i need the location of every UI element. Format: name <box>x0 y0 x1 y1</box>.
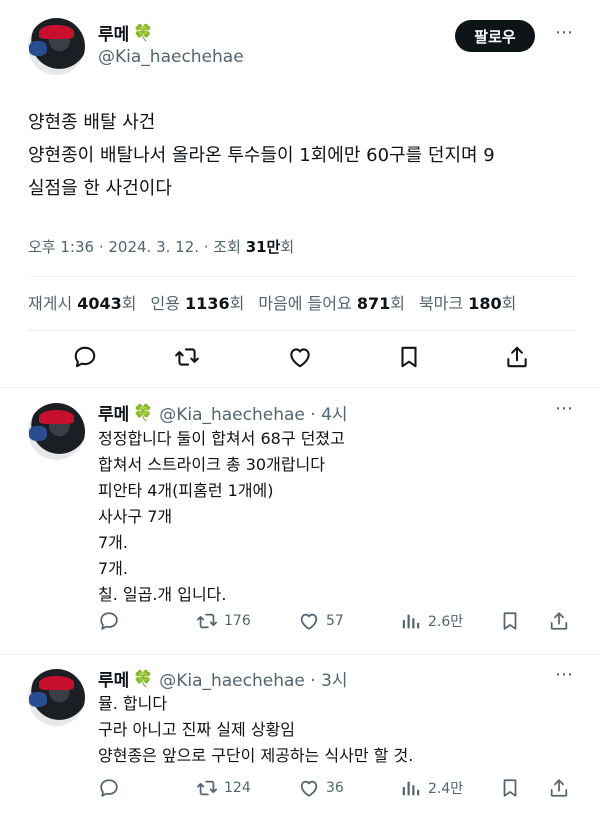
timestamp-text[interactable]: 오후 1:36 · 2024. 3. 12. · 조회 <box>28 238 246 256</box>
reply-icon <box>100 779 118 797</box>
reply-line: 구라 아니고 진짜 실제 상황임 <box>98 720 295 739</box>
clover-emoji: 🍀 <box>133 403 154 422</box>
more-options-icon[interactable]: ⋯ <box>555 664 574 685</box>
share-icon <box>507 346 527 368</box>
share-button[interactable] <box>504 344 530 370</box>
reply-icon <box>74 346 96 368</box>
reply-text: 정정합니다 둘이 합쳐서 68구 던졌고 합쳐서 스트라이크 총 30개랍니다 … <box>98 426 345 608</box>
author-handle[interactable]: @Kia_haechehae <box>98 47 244 67</box>
engagement-stats: 재게시 4043회 인용 1136회 마음에 들어요 871회 북마크 180회 <box>28 290 516 314</box>
reply-like-button[interactable]: 57 <box>298 610 344 632</box>
more-options-icon[interactable]: ⋯ <box>555 398 574 419</box>
divider <box>0 654 600 655</box>
reply-views-button[interactable]: 2.6만 <box>400 610 463 632</box>
retweets-stat[interactable]: 재게시 4043회 <box>28 290 137 314</box>
divider <box>28 276 576 277</box>
like-icon <box>300 613 318 630</box>
divider <box>0 387 600 388</box>
tweet-line: 실점을 한 사건이다 <box>28 178 172 199</box>
clover-emoji: 🍀 <box>133 23 154 42</box>
reply-handle-time[interactable]: @Kia_haechehae · 3시 <box>159 666 347 691</box>
reply-bookmark-button[interactable] <box>499 777 521 799</box>
like-icon <box>300 780 318 797</box>
retweet-count: 176 <box>224 613 251 629</box>
bookmarks-stat[interactable]: 북마크 180회 <box>419 290 516 314</box>
reply-retweet-button[interactable]: 176 <box>196 610 251 632</box>
reply-line: 피안타 4개(피홈런 1개에) <box>98 481 274 500</box>
author-name[interactable]: 루메 <box>98 20 129 45</box>
views-suffix: 회 <box>280 238 295 256</box>
reply-line: 사사구 7개 <box>98 507 173 526</box>
tweet-line: 양현종 배탈 사건 <box>28 112 156 133</box>
reply-views-button[interactable]: 2.4만 <box>400 777 463 799</box>
reply-line: 정정합니다 둘이 합쳐서 68구 던졌고 <box>98 429 345 448</box>
quotes-stat[interactable]: 인용 1136회 <box>151 290 245 314</box>
views-icon <box>402 614 420 629</box>
reply-author-name[interactable]: 루메 <box>98 666 129 691</box>
tweet-line: 양현종이 배탈나서 올라온 투수들이 1회에만 60구를 던지며 9 <box>28 145 495 166</box>
retweet-button[interactable] <box>174 344 200 370</box>
share-icon <box>550 612 568 630</box>
views-count: 2.4만 <box>428 781 464 797</box>
avatar[interactable] <box>28 18 85 75</box>
reply-like-button[interactable]: 36 <box>298 777 344 799</box>
tweet-text: 양현종 배탈 사건 양현종이 배탈나서 올라온 투수들이 1회에만 60구를 던… <box>28 106 578 205</box>
like-icon <box>290 348 310 368</box>
reply-retweet-button[interactable]: 124 <box>196 777 251 799</box>
reply-line: 칠. 일곱.개 입니다. <box>98 585 227 604</box>
reply-avatar[interactable] <box>28 403 85 460</box>
divider <box>28 330 576 331</box>
reply-share-button[interactable] <box>548 777 570 799</box>
reply-share-button[interactable] <box>548 610 570 632</box>
reply-bookmark-button[interactable] <box>499 610 521 632</box>
clover-emoji: 🍀 <box>133 669 154 688</box>
follow-button[interactable]: 팔로우 <box>455 20 535 52</box>
bookmark-icon <box>503 612 517 630</box>
more-options-icon[interactable]: ⋯ <box>555 22 574 43</box>
reply-avatar[interactable] <box>28 669 85 726</box>
reply-reply-button[interactable] <box>98 610 120 632</box>
views-count: 2.6만 <box>428 614 464 630</box>
retweet-icon <box>175 348 199 366</box>
bookmark-button[interactable] <box>396 344 422 370</box>
views-count: 31만 <box>245 238 281 256</box>
reply-button[interactable] <box>72 344 98 370</box>
reply-handle-time[interactable]: @Kia_haechehae · 4시 <box>159 400 347 425</box>
tweet-timestamp[interactable]: 오후 1:36 · 2024. 3. 12. · 조회 31만회 <box>28 236 294 257</box>
retweet-count: 124 <box>224 780 251 796</box>
reply-reply-button[interactable] <box>98 777 120 799</box>
reply-line: 7개. <box>98 559 128 578</box>
like-count: 36 <box>326 780 344 796</box>
share-icon <box>550 779 568 797</box>
author-name-row[interactable]: 루메 🍀 <box>98 20 153 45</box>
reply-icon <box>100 612 118 630</box>
reply-line: 양현종은 앞으로 구단이 제공하는 식사만 할 것. <box>98 746 414 765</box>
bookmark-icon <box>503 779 517 797</box>
reply-header[interactable]: 루메 🍀 @Kia_haechehae · 4시 <box>98 400 348 425</box>
retweet-icon <box>196 613 218 629</box>
retweet-icon <box>196 780 218 796</box>
views-icon <box>402 781 420 796</box>
reply-line: 뮬. 합니다 <box>98 694 168 713</box>
reply-line: 합쳐서 스트라이크 총 30개랍니다 <box>98 455 325 474</box>
bookmark-icon <box>401 346 417 368</box>
reply-line: 7개. <box>98 533 128 552</box>
reply-header[interactable]: 루메 🍀 @Kia_haechehae · 3시 <box>98 666 348 691</box>
like-count: 57 <box>326 613 344 629</box>
reply-text: 뮬. 합니다 구라 아니고 진짜 실제 상황임 양현종은 앞으로 구단이 제공하… <box>98 691 413 769</box>
reply-author-name[interactable]: 루메 <box>98 400 129 425</box>
likes-stat[interactable]: 마음에 들어요 871회 <box>258 290 405 314</box>
like-button[interactable] <box>287 344 313 370</box>
